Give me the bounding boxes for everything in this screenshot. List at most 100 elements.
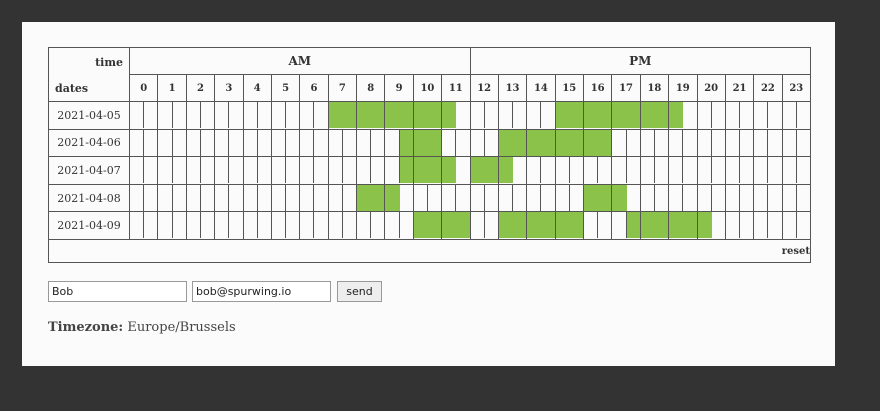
half-hour-slot[interactable]: [144, 130, 157, 156]
half-hour-slot[interactable]: [427, 212, 442, 239]
half-hour-slot[interactable]: [400, 212, 413, 238]
half-hour-slot[interactable]: [343, 130, 356, 156]
half-hour-slot[interactable]: [201, 157, 214, 183]
half-hour-slot[interactable]: [385, 157, 400, 184]
half-hour-slot[interactable]: [726, 102, 741, 128]
half-hour-slot[interactable]: [187, 102, 201, 128]
half-hour-slot[interactable]: [499, 184, 514, 211]
half-hour-slot[interactable]: [258, 102, 271, 128]
half-hour-slot[interactable]: [286, 102, 299, 128]
half-hour-slot[interactable]: [499, 102, 514, 128]
half-hour-slot[interactable]: [627, 130, 640, 156]
half-hour-slot[interactable]: [314, 157, 327, 183]
half-hour-slot[interactable]: [357, 157, 372, 184]
half-hour-slot[interactable]: [726, 129, 741, 156]
half-hour-slot[interactable]: [570, 185, 583, 211]
half-hour-slot[interactable]: [555, 212, 570, 239]
half-hour-slot[interactable]: [229, 185, 242, 211]
half-hour-slot[interactable]: [612, 157, 627, 184]
half-hour-slot[interactable]: [343, 185, 356, 211]
half-hour-slot[interactable]: [485, 102, 498, 128]
half-hour-slot[interactable]: [173, 185, 186, 211]
half-hour-slot[interactable]: [456, 185, 469, 211]
half-hour-slot[interactable]: [357, 129, 372, 156]
half-hour-slot[interactable]: [442, 212, 457, 239]
half-hour-slot[interactable]: [726, 212, 741, 239]
half-hour-slot[interactable]: [697, 212, 712, 239]
half-hour-slot[interactable]: [413, 157, 428, 184]
half-hour-slot[interactable]: [385, 129, 400, 156]
half-hour-slot[interactable]: [698, 184, 712, 211]
half-hour-slot[interactable]: [612, 102, 627, 128]
half-hour-slot[interactable]: [698, 102, 712, 128]
half-hour-slot[interactable]: [726, 184, 741, 211]
half-hour-slot[interactable]: [612, 129, 627, 156]
half-hour-slot[interactable]: [329, 212, 343, 239]
half-hour-slot[interactable]: [229, 157, 242, 183]
half-hour-slot[interactable]: [797, 185, 810, 211]
half-hour-slot[interactable]: [555, 102, 570, 128]
half-hour-slot[interactable]: [513, 185, 526, 211]
half-hour-slot[interactable]: [272, 212, 287, 239]
half-hour-slot[interactable]: [399, 157, 413, 184]
half-hour-slot[interactable]: [130, 157, 145, 184]
half-hour-slot[interactable]: [286, 130, 299, 156]
half-hour-slot[interactable]: [371, 157, 384, 183]
half-hour-slot[interactable]: [485, 185, 498, 211]
half-hour-slot[interactable]: [541, 102, 554, 128]
half-hour-slot[interactable]: [144, 157, 157, 183]
half-hour-slot[interactable]: [584, 157, 599, 184]
half-hour-slot[interactable]: [414, 184, 428, 211]
half-hour-slot[interactable]: [541, 185, 554, 211]
half-hour-slot[interactable]: [754, 212, 769, 239]
half-hour-slot[interactable]: [485, 212, 498, 238]
half-hour-slot[interactable]: [300, 102, 315, 128]
half-hour-slot[interactable]: [258, 157, 271, 183]
half-hour-slot[interactable]: [584, 184, 599, 211]
half-hour-slot[interactable]: [669, 157, 684, 184]
half-hour-slot[interactable]: [427, 157, 442, 184]
half-hour-slot[interactable]: [768, 157, 781, 183]
half-hour-slot[interactable]: [442, 129, 457, 156]
half-hour-slot[interactable]: [158, 157, 173, 184]
half-hour-slot[interactable]: [272, 157, 287, 184]
half-hour-slot[interactable]: [385, 184, 400, 211]
half-hour-slot[interactable]: [641, 157, 655, 184]
half-hour-slot[interactable]: [783, 102, 797, 128]
half-hour-slot[interactable]: [612, 184, 627, 211]
half-hour-slot[interactable]: [413, 129, 428, 156]
half-hour-slot[interactable]: [598, 157, 611, 183]
half-hour-slot[interactable]: [740, 130, 753, 156]
half-hour-slot[interactable]: [655, 185, 668, 211]
half-hour-slot[interactable]: [698, 157, 712, 184]
half-hour-slot[interactable]: [215, 157, 230, 184]
half-hour-slot[interactable]: [754, 102, 769, 128]
half-hour-slot[interactable]: [754, 157, 769, 184]
half-hour-slot[interactable]: [187, 129, 201, 156]
send-button[interactable]: send: [337, 281, 382, 302]
half-hour-slot[interactable]: [541, 212, 555, 239]
half-hour-slot[interactable]: [442, 102, 457, 128]
half-hour-slot[interactable]: [797, 102, 810, 128]
half-hour-slot[interactable]: [272, 129, 287, 156]
half-hour-slot[interactable]: [584, 129, 599, 156]
half-hour-slot[interactable]: [456, 212, 470, 239]
half-hour-slot[interactable]: [286, 185, 299, 211]
half-hour-slot[interactable]: [144, 212, 157, 238]
half-hour-slot[interactable]: [144, 102, 157, 128]
half-hour-slot[interactable]: [669, 184, 684, 211]
half-hour-slot[interactable]: [569, 212, 583, 239]
half-hour-slot[interactable]: [584, 212, 599, 239]
half-hour-slot[interactable]: [328, 102, 343, 128]
half-hour-slot[interactable]: [173, 157, 186, 183]
half-hour-slot[interactable]: [244, 102, 258, 128]
half-hour-slot[interactable]: [513, 129, 527, 156]
half-hour-slot[interactable]: [258, 130, 271, 156]
email-input[interactable]: [192, 281, 331, 302]
half-hour-slot[interactable]: [513, 102, 526, 128]
half-hour-slot[interactable]: [768, 212, 781, 238]
half-hour-slot[interactable]: [712, 130, 725, 156]
half-hour-slot[interactable]: [498, 129, 514, 156]
half-hour-slot[interactable]: [385, 212, 400, 239]
half-hour-slot[interactable]: [201, 102, 214, 128]
